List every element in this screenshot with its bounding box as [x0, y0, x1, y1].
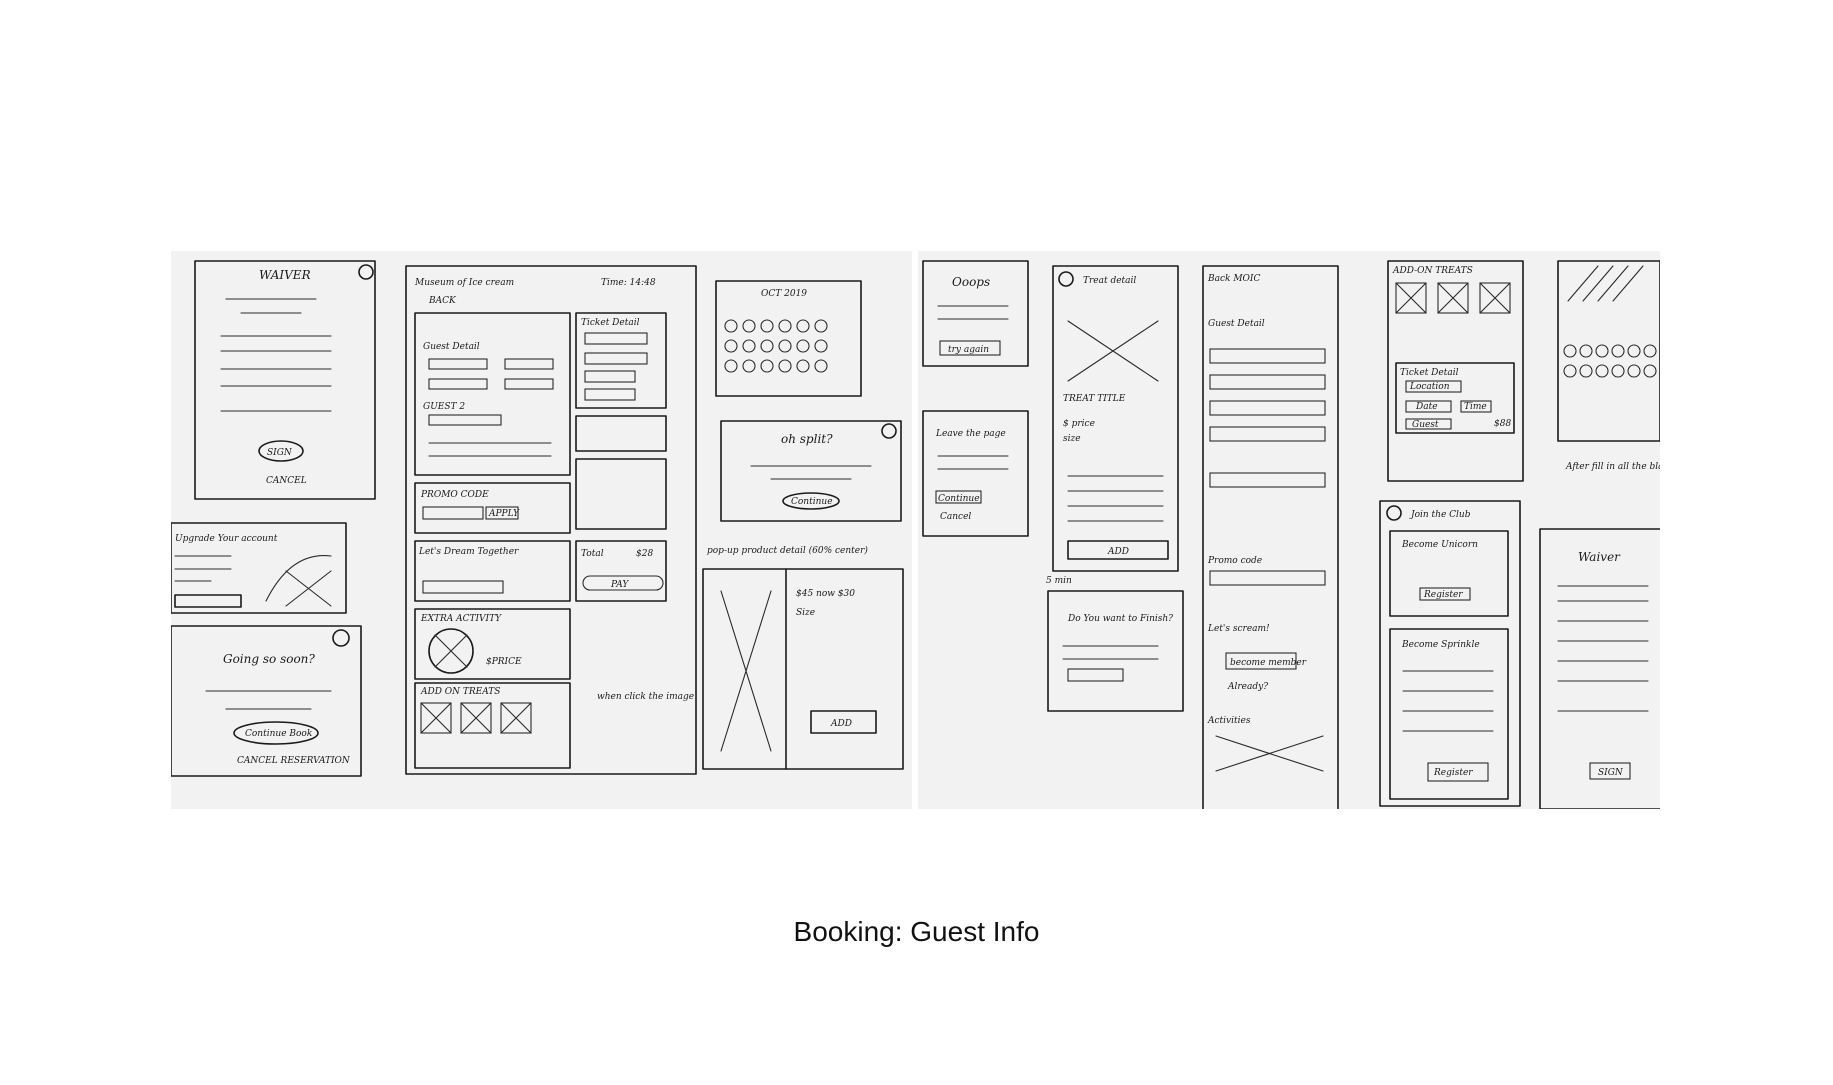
svg-text:Become Sprinkle: Become Sprinkle	[1401, 640, 1480, 650]
svg-text:Activities: Activities	[1207, 716, 1251, 726]
svg-text:ADD: ADD	[830, 719, 852, 729]
svg-text:Total: Total	[581, 549, 604, 559]
svg-text:Treat detail: Treat detail	[1083, 276, 1136, 286]
waiver-title: WAIVER	[259, 268, 311, 282]
svg-text:BACK: BACK	[428, 296, 457, 306]
svg-text:Continue Book: Continue Book	[245, 729, 312, 739]
svg-text:Continue: Continue	[938, 494, 980, 504]
svg-text:become member: become member	[1230, 658, 1307, 668]
svg-text:$PRICE: $PRICE	[486, 657, 522, 667]
svg-text:pop-up product detail (60% cen: pop-up product detail (60% center)	[707, 545, 868, 556]
svg-text:After fill in all the blanks,: After fill in all the blanks, change sta…	[1565, 462, 1660, 472]
close-icon	[358, 264, 374, 280]
svg-text:Museum of Ice cream: Museum of Ice cream	[414, 278, 514, 288]
svg-text:Back MOIC: Back MOIC	[1207, 274, 1260, 284]
svg-text:SIGN: SIGN	[267, 448, 293, 458]
svg-text:Guest Detail: Guest Detail	[423, 342, 480, 352]
svg-text:Continue: Continue	[791, 497, 833, 507]
svg-text:PAY: PAY	[610, 580, 629, 590]
close-icon	[1058, 271, 1074, 287]
going-soon-frame	[171, 625, 362, 777]
svg-text:Time: Time	[1464, 402, 1487, 412]
svg-text:Ooops: Ooops	[952, 275, 990, 289]
svg-text:APPLY: APPLY	[488, 509, 520, 519]
svg-text:Ticket Detail: Ticket Detail	[581, 318, 640, 328]
svg-text:try again: try again	[948, 345, 989, 355]
finish-modal	[1047, 590, 1184, 712]
svg-text:Size: Size	[796, 608, 815, 618]
product-popup	[702, 568, 904, 770]
svg-text:Waiver: Waiver	[1578, 550, 1621, 564]
svg-text:Upgrade Your account: Upgrade Your account	[175, 534, 278, 544]
svg-text:SIGN: SIGN	[1598, 768, 1624, 778]
svg-text:ADD-ON TREATS: ADD-ON TREATS	[1392, 266, 1473, 276]
svg-text:$45 now $30: $45 now $30	[796, 589, 855, 599]
svg-text:5 min: 5 min	[1046, 576, 1072, 586]
svg-text:EXTRA ACTIVITY: EXTRA ACTIVITY	[420, 614, 502, 624]
mobile-booking-frame	[1202, 265, 1339, 809]
svg-text:CANCEL: CANCEL	[266, 476, 307, 486]
sketch-photo-left: WAIVER SIGN CANCEL Upgrade Your account …	[171, 251, 912, 809]
svg-text:Let's Dream Together: Let's Dream Together	[418, 547, 519, 557]
svg-text:Going so soon?: Going so soon?	[223, 652, 315, 666]
svg-text:Register: Register	[1423, 590, 1463, 600]
waiver-frame	[1539, 528, 1660, 809]
svg-text:Date: Date	[1415, 402, 1438, 412]
svg-text:Ticket Detail: Ticket Detail	[1400, 368, 1459, 378]
svg-text:TREAT TITLE: TREAT TITLE	[1063, 394, 1126, 404]
caption: Booking: Guest Info	[793, 916, 1040, 947]
svg-text:Time: 14:48: Time: 14:48	[601, 278, 656, 288]
svg-text:$ price: $ price	[1063, 419, 1095, 429]
sketch-photo-right: Ooops try again Leave the page Continue …	[918, 251, 1660, 809]
svg-text:Become Unicorn: Become Unicorn	[1401, 540, 1478, 550]
svg-text:OCT 2019: OCT 2019	[761, 289, 807, 299]
svg-text:Guest: Guest	[1412, 420, 1439, 430]
svg-text:ADD: ADD	[1107, 547, 1129, 557]
close-icon	[332, 629, 350, 647]
svg-text:Register: Register	[1433, 768, 1473, 778]
svg-text:Location: Location	[1409, 382, 1450, 392]
close-icon	[1386, 505, 1402, 521]
svg-text:Let's scream!: Let's scream!	[1207, 624, 1270, 634]
sketch-left-drawing: WAIVER SIGN CANCEL Upgrade Your account …	[171, 260, 904, 777]
waiver-frame	[194, 260, 376, 500]
svg-text:CANCEL RESERVATION: CANCEL RESERVATION	[237, 756, 351, 766]
svg-text:$88: $88	[1494, 419, 1511, 429]
svg-text:Promo code: Promo code	[1207, 556, 1262, 566]
svg-text:ADD ON TREATS: ADD ON TREATS	[420, 687, 500, 697]
svg-text:Guest Detail: Guest Detail	[1208, 319, 1265, 329]
close-icon	[881, 423, 897, 439]
svg-text:PROMO CODE: PROMO CODE	[420, 490, 489, 500]
svg-text:Join the Club: Join the Club	[1409, 510, 1471, 520]
sketch-right-drawing: Ooops try again Leave the page Continue …	[922, 260, 1660, 809]
svg-text:Do You want to Finish?: Do You want to Finish?	[1067, 614, 1173, 624]
svg-text:Cancel: Cancel	[940, 512, 971, 522]
svg-text:GUEST 2: GUEST 2	[423, 402, 465, 412]
svg-text:$28: $28	[636, 549, 653, 559]
svg-text:Leave the page: Leave the page	[935, 429, 1006, 439]
svg-text:Already?: Already?	[1227, 682, 1268, 692]
svg-text:size: size	[1063, 434, 1081, 444]
svg-text:oh split?: oh split?	[781, 432, 833, 446]
svg-text:when click the image: when click the image	[597, 692, 694, 702]
